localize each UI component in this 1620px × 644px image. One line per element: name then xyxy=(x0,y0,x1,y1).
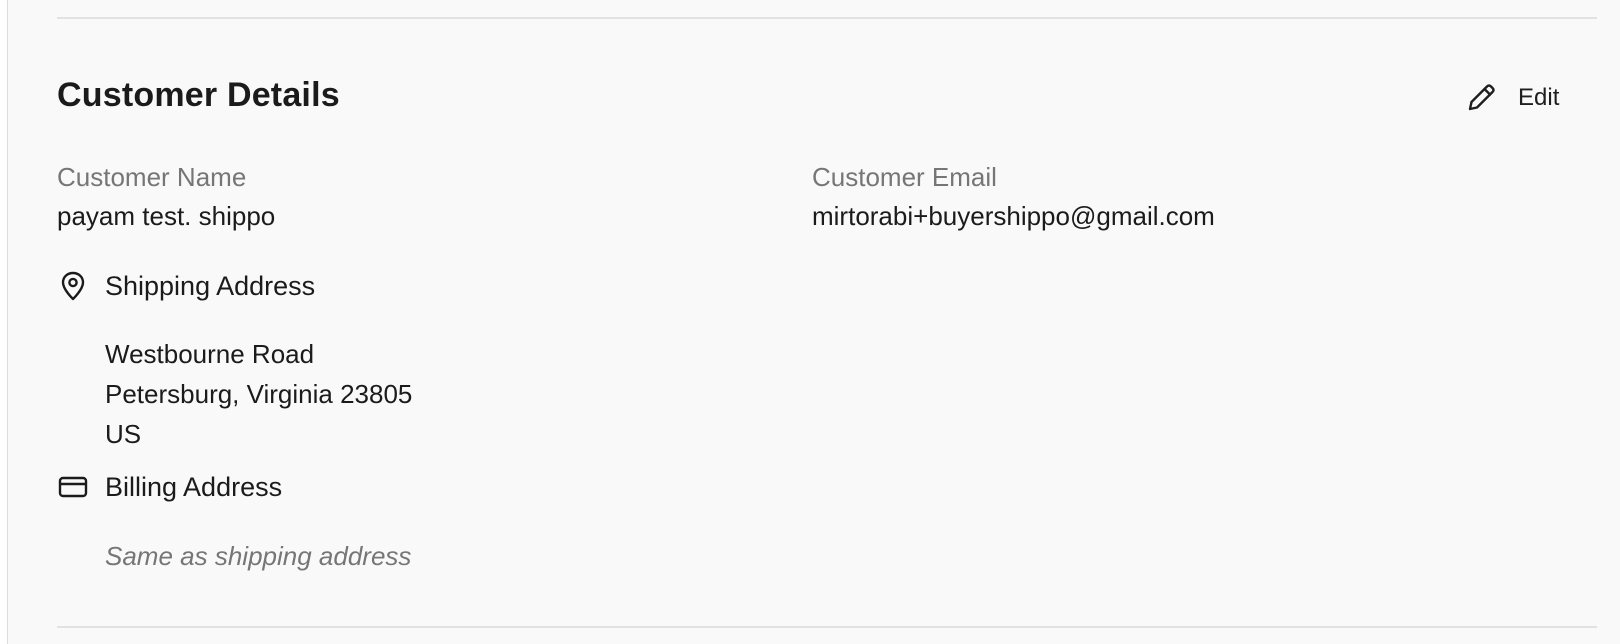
shipping-address-block: Westbourne Road Petersburg, Virginia 238… xyxy=(105,334,412,454)
customer-email-value: mirtorabi+buyershippo@gmail.com xyxy=(812,201,1215,231)
top-divider xyxy=(57,17,1597,19)
billing-address-title: Billing Address xyxy=(105,471,283,502)
map-pin-icon xyxy=(57,270,89,302)
customer-details-panel: Customer Details Edit Customer Name paya… xyxy=(7,0,1620,644)
address-line: Petersburg, Virginia 23805 xyxy=(105,379,413,409)
section-title: Customer Details xyxy=(57,76,340,114)
bottom-divider xyxy=(57,626,1597,628)
billing-address-header: Billing Address xyxy=(57,471,282,503)
shipping-address-title: Shipping Address xyxy=(105,270,316,301)
customer-email-label: Customer Email xyxy=(812,162,997,192)
address-line: Westbourne Road xyxy=(105,339,315,369)
shipping-address-header: Shipping Address xyxy=(57,270,315,302)
pencil-icon xyxy=(1464,81,1498,115)
edit-label: Edit xyxy=(1518,84,1560,111)
edit-button[interactable]: Edit xyxy=(1464,78,1559,118)
billing-address-note: Same as shipping address xyxy=(105,541,412,571)
address-line: US xyxy=(105,419,142,449)
customer-name-value: payam test. shippo xyxy=(57,201,276,231)
customer-name-label: Customer Name xyxy=(57,162,247,192)
credit-card-icon xyxy=(57,471,89,503)
